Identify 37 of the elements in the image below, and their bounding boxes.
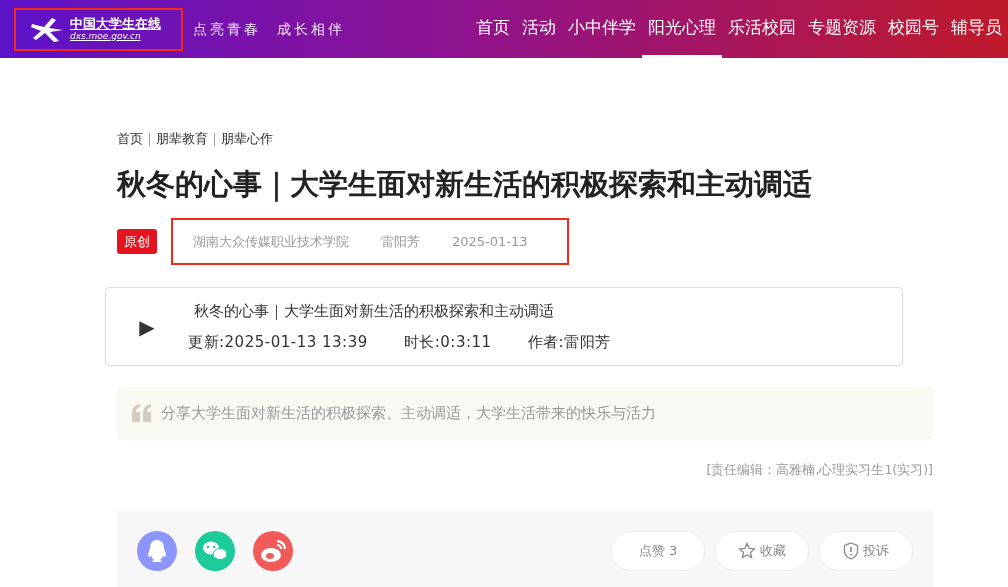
original-tag: 原创: [117, 228, 157, 255]
slogan-text: 点亮青春: [193, 19, 261, 39]
slogan-text: 成长相伴: [277, 19, 345, 39]
like-button[interactable]: 点赞 3: [611, 530, 705, 571]
shield-icon: [843, 541, 859, 560]
nav-link[interactable]: 活动: [516, 0, 562, 58]
article-title: 秋冬的心事｜大学生面对新生活的积极探索和主动调适: [117, 166, 813, 202]
quote-icon: [131, 403, 153, 424]
chat-bubbles-icon[interactable]: [195, 530, 235, 571]
play-button[interactable]: ▶: [106, 311, 188, 342]
nav-link[interactable]: 辅导员: [945, 0, 1008, 58]
breadcrumb-link[interactable]: 朋辈心作: [221, 130, 273, 149]
editor-credit: [责任编辑：高雅楠,心理实习生1(实习)]: [705, 461, 933, 480]
date-text: 2025-01-13: [452, 232, 528, 251]
nav-link[interactable]: 阳光心理: [642, 0, 722, 58]
star-icon: [738, 541, 756, 560]
author-text: 作者:雷阳芳: [527, 331, 611, 353]
author-text: 雷阳芳: [381, 232, 420, 251]
report-button[interactable]: 投诉: [819, 530, 913, 571]
breadcrumb-link[interactable]: 首页: [117, 130, 143, 149]
nav-link[interactable]: 校园号: [882, 0, 945, 58]
penguin-icon[interactable]: [137, 530, 177, 571]
update-time: 更新:2025-01-13 13:39: [188, 331, 368, 353]
site-logo[interactable]: 中国大学生在线 dxs.moe.gov.cn: [14, 7, 183, 51]
nav-link[interactable]: 专题资源: [802, 0, 882, 58]
logo-url: dxs.moe.gov.cn: [70, 31, 142, 41]
favorite-button[interactable]: 收藏: [715, 530, 809, 571]
logo-title: 中国大学生在线: [70, 17, 161, 32]
breadcrumb-link[interactable]: 朋辈教育: [156, 130, 208, 149]
audio-title: 秋冬的心事｜大学生面对新生活的积极探索和主动调适: [194, 301, 555, 323]
nav-link[interactable]: 乐活校园: [722, 0, 802, 58]
summary-text: 分享大学生面对新生活的积极探索、主动调适，大学生活带来的快乐与活力: [161, 402, 656, 424]
nav-link[interactable]: 首页: [470, 0, 516, 58]
nav-link[interactable]: 小中伴学: [562, 0, 642, 58]
source-text: 湖南大众传媒职业技术学院: [193, 232, 349, 251]
duration-text: 时长:0:3:11: [403, 331, 492, 353]
weibo-icon[interactable]: [253, 530, 293, 571]
